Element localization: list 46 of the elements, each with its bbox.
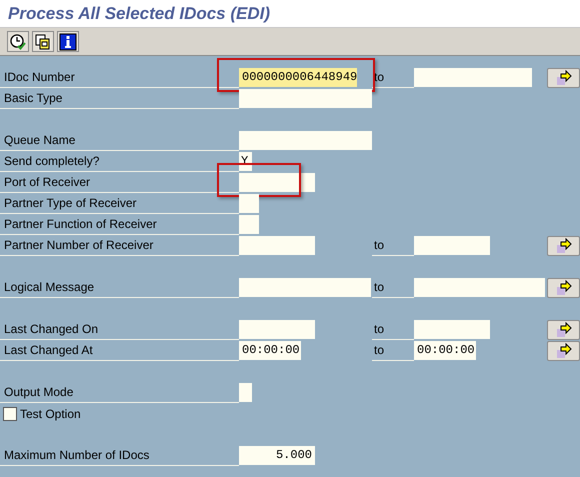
field-label: Partner Function of Receiver: [0, 214, 239, 235]
field-label: Last Changed At: [0, 340, 239, 361]
input-field[interactable]: [239, 194, 259, 213]
arrow-icon: [556, 280, 572, 296]
arrow-icon: [556, 238, 572, 254]
input-field[interactable]: [239, 215, 259, 234]
field-label: Port of Receiver: [0, 172, 239, 193]
multiple-selection-button[interactable]: [547, 320, 580, 340]
checkbox[interactable]: [3, 406, 17, 420]
arrow-icon: [556, 322, 572, 338]
arrow-icon: [556, 70, 572, 86]
checkbox-label: Test Option: [20, 406, 81, 420]
input-field[interactable]: [239, 131, 372, 150]
arrow-icon: [556, 342, 572, 358]
input-field[interactable]: [414, 278, 545, 297]
execute-icon[interactable]: [7, 31, 29, 52]
input-field[interactable]: [239, 236, 315, 255]
multiple-selection-button[interactable]: [547, 68, 580, 88]
window-title: Process All Selected IDocs (EDI): [8, 4, 270, 24]
multiple-selection-button[interactable]: [547, 340, 580, 360]
info-icon[interactable]: [57, 31, 79, 52]
input-field[interactable]: [239, 383, 252, 402]
input-field[interactable]: [414, 320, 490, 339]
input-field[interactable]: [239, 89, 372, 108]
input-field[interactable]: [239, 278, 371, 297]
field-label: Output Mode: [0, 382, 239, 403]
field-label: Last Changed On: [0, 319, 239, 340]
input-field[interactable]: 0000000006448949: [239, 68, 357, 87]
field-label: Queue Name: [0, 130, 239, 151]
input-field[interactable]: 5.000: [239, 446, 315, 465]
multiple-selection-button[interactable]: [547, 278, 580, 298]
field-label: Maximum Number of IDocs: [0, 445, 239, 466]
input-field[interactable]: [414, 68, 532, 87]
input-field[interactable]: 00:00:00: [239, 341, 301, 360]
field-label: Partner Number of Receiver: [0, 235, 239, 256]
field-label: IDoc Number: [0, 67, 239, 88]
input-field[interactable]: [414, 236, 490, 255]
documents-icon[interactable]: [32, 31, 54, 52]
multiple-selection-button[interactable]: [547, 236, 580, 256]
input-field[interactable]: [239, 320, 315, 339]
field-label: Partner Type of Receiver: [0, 193, 239, 214]
field-label: Logical Message: [0, 277, 239, 298]
input-field[interactable]: 00:00:00: [414, 341, 476, 360]
field-label: Basic Type: [0, 88, 239, 109]
input-field[interactable]: [239, 173, 315, 192]
field-label: Send completely?: [0, 151, 239, 172]
